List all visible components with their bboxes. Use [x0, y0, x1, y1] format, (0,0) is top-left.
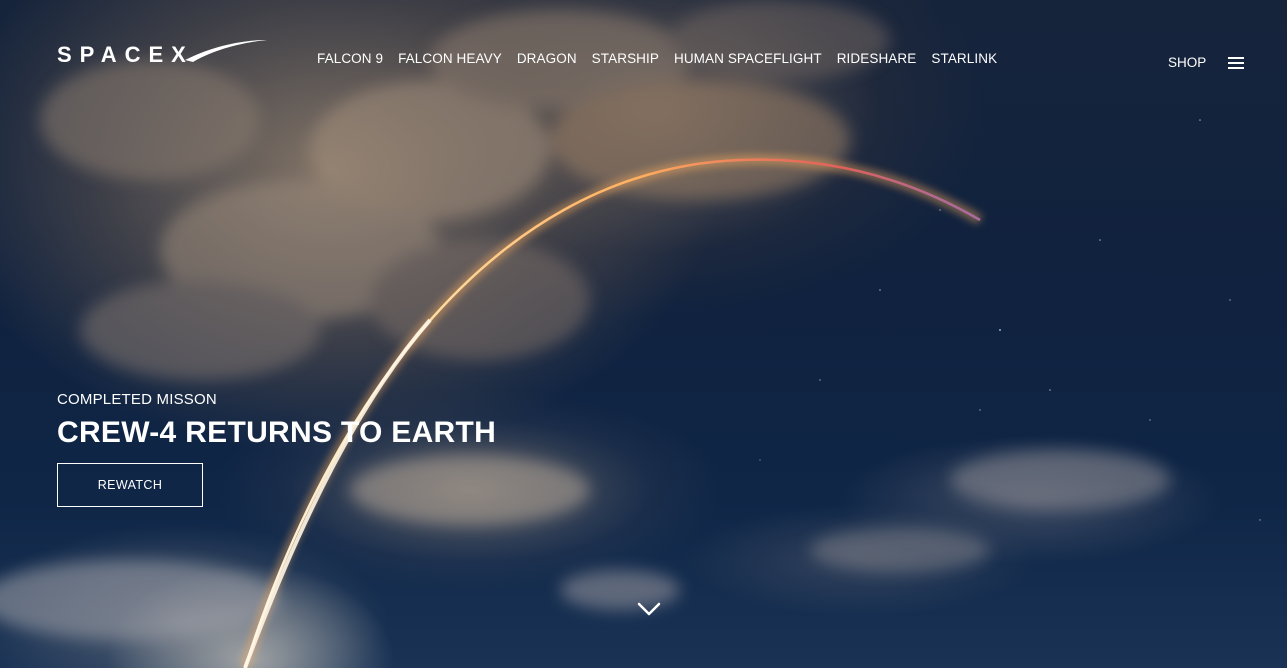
hero-section: SPACEX FALCON 9 FALCON HEAVY DRAGON STAR…: [0, 0, 1287, 668]
shop-link[interactable]: SHOP: [1168, 55, 1206, 70]
nav-item-starship[interactable]: STARSHIP: [592, 51, 659, 66]
nav-item-rideshare[interactable]: RIDESHARE: [837, 51, 917, 66]
nav-item-falcon-9[interactable]: FALCON 9: [317, 51, 383, 66]
top-navigation: SPACEX FALCON 9 FALCON HEAVY DRAGON STAR…: [0, 0, 1287, 120]
primary-nav: FALCON 9 FALCON HEAVY DRAGON STARSHIP HU…: [317, 51, 1012, 66]
mission-status-label: COMPLETED MISSON: [57, 391, 217, 408]
hamburger-menu-icon[interactable]: [1228, 57, 1244, 69]
mission-title: CREW-4 RETURNS TO EARTH: [57, 416, 497, 449]
chevron-down-icon[interactable]: [636, 600, 662, 618]
rewatch-button[interactable]: REWATCH: [57, 463, 203, 507]
nav-item-falcon-heavy[interactable]: FALCON HEAVY: [398, 51, 502, 66]
nav-item-dragon[interactable]: DRAGON: [517, 51, 577, 66]
nav-item-starlink[interactable]: STARLINK: [931, 51, 997, 66]
nav-item-human-spaceflight[interactable]: HUMAN SPACEFLIGHT: [674, 51, 822, 66]
mission-info: COMPLETED MISSON CREW-4 RETURNS TO EARTH: [57, 390, 496, 450]
spacex-logo[interactable]: SPACEX: [57, 38, 269, 68]
logo-swoosh: [185, 40, 267, 62]
logo-wordmark: SPACEX: [57, 42, 194, 67]
